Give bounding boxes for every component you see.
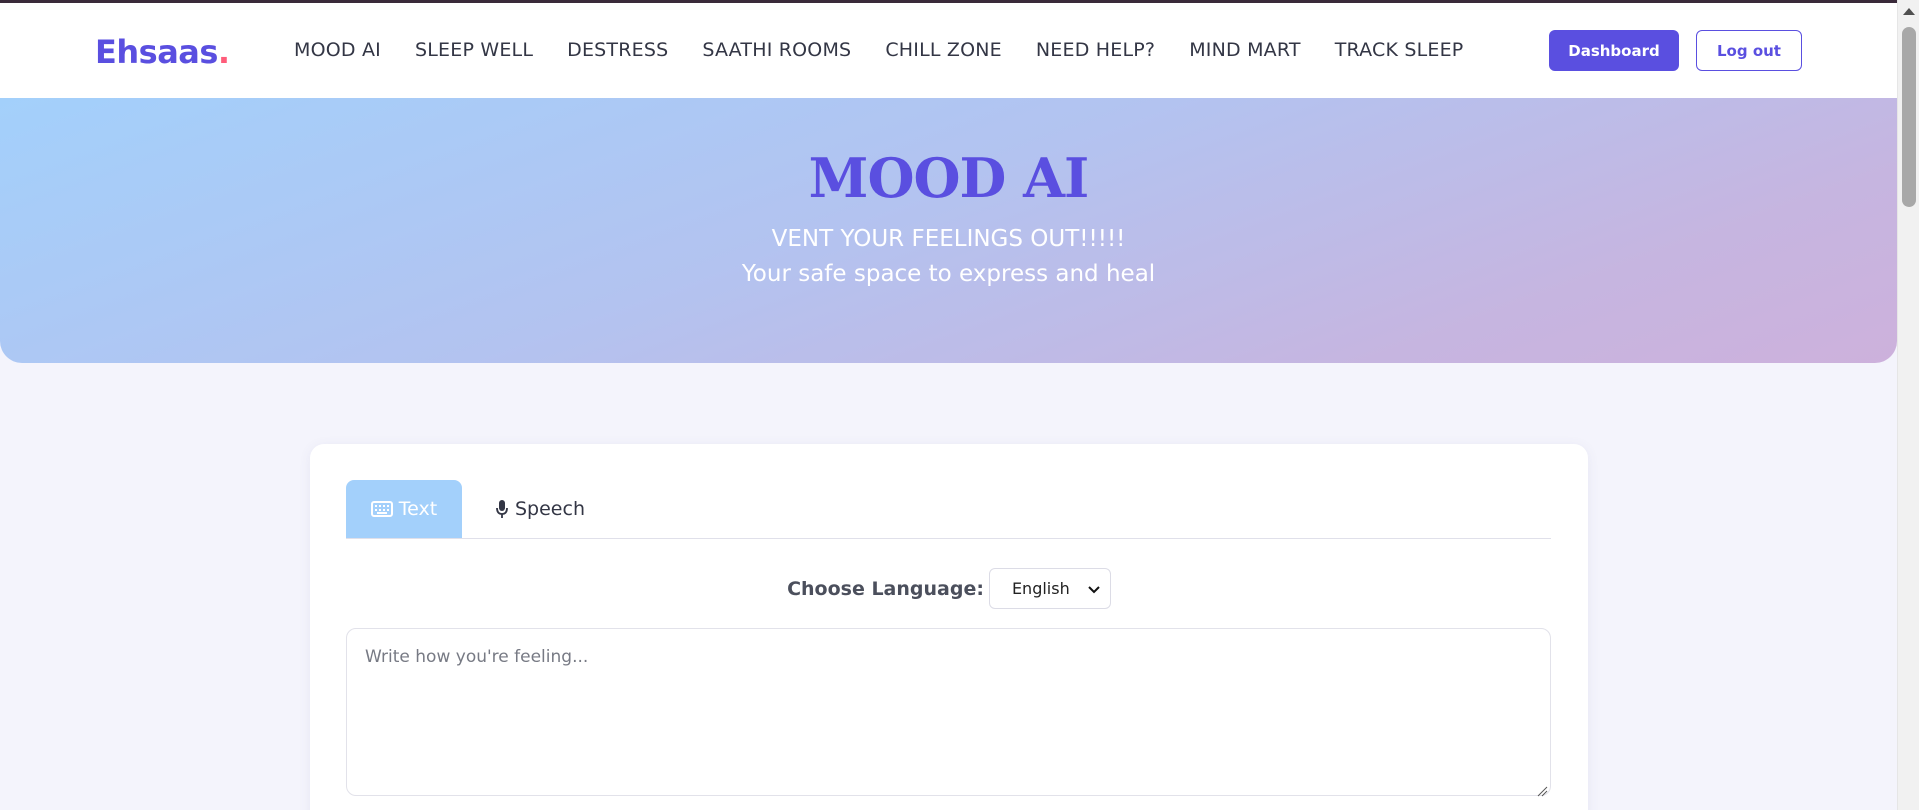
page-title: MOOD AI [808,146,1090,210]
language-label: Choose Language: [787,577,984,600]
scroll-up-arrow-icon[interactable] [1903,8,1915,15]
tab-speech[interactable]: Speech [462,480,618,538]
tab-text-label: Text [398,498,438,520]
nav-link-track-sleep[interactable]: TRACK SLEEP [1335,39,1464,61]
dashboard-button[interactable]: Dashboard [1549,30,1679,71]
nav-links: MOOD AI SLEEP WELL DESTRESS SAATHI ROOMS… [294,39,1497,61]
nav-link-mind-mart[interactable]: MIND MART [1189,39,1301,61]
feelings-textarea[interactable] [346,628,1551,796]
brand-name: Ehsaas [95,33,218,71]
hero-tagline: Your safe space to express and heal [741,261,1156,287]
nav-link-chill-zone[interactable]: CHILL ZONE [885,39,1002,61]
nav-link-mood-ai[interactable]: MOOD AI [294,39,381,61]
keyboard-icon [370,501,393,517]
nav-link-saathi-rooms[interactable]: SAATHI ROOMS [702,39,851,61]
nav-link-sleep-well[interactable]: SLEEP WELL [415,39,533,61]
nav-link-need-help[interactable]: NEED HELP? [1036,39,1155,61]
mood-input-card: Text Speech Choose Language: English [310,444,1588,810]
hero-banner: MOOD AI VENT YOUR FEELINGS OUT!!!!! Your… [0,98,1897,363]
nav-link-destress[interactable]: DESTRESS [567,39,668,61]
brand-dot: . [217,33,230,71]
tab-speech-label: Speech [515,498,585,520]
language-select[interactable]: English [988,568,1111,609]
logout-button[interactable]: Log out [1696,30,1802,71]
tab-text[interactable]: Text [346,480,462,538]
resize-grip-icon[interactable] [1536,782,1548,797]
scroll-thumb[interactable] [1902,27,1916,207]
brand-logo[interactable]: Ehsaas. [95,33,230,71]
input-mode-tabs: Text Speech [346,480,1551,539]
chevron-down-icon [1088,579,1100,598]
language-selected-value: English [1011,579,1070,598]
page: Ehsaas. MOOD AI SLEEP WELL DESTRESS SAAT… [0,0,1919,810]
navbar: Ehsaas. MOOD AI SLEEP WELL DESTRESS SAAT… [0,3,1897,98]
page-scrollbar[interactable] [1897,0,1919,810]
hero-subtitle: VENT YOUR FEELINGS OUT!!!!! [771,226,1126,252]
language-row: Choose Language: English [310,568,1588,609]
microphone-icon [495,499,509,519]
